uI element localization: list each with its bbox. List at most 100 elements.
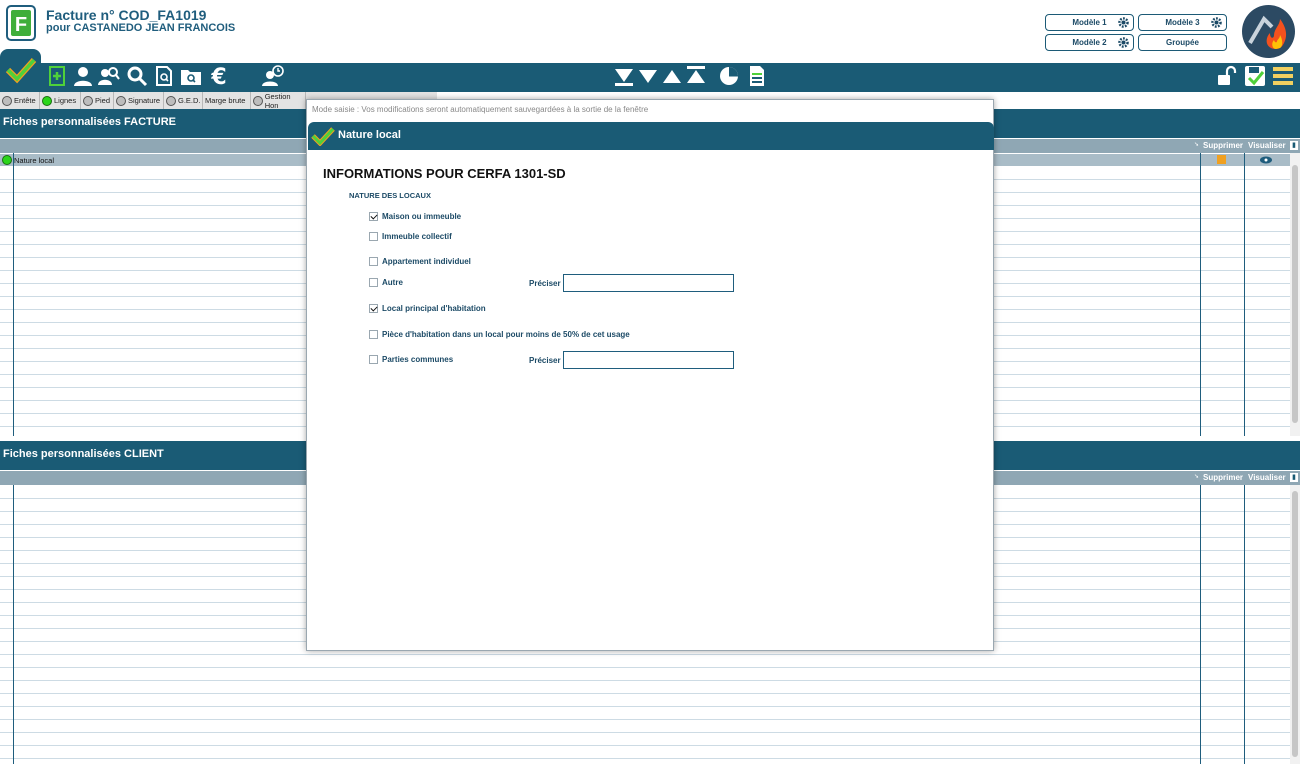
folder-search-icon[interactable]: [180, 65, 202, 87]
add-document-icon[interactable]: [46, 65, 68, 87]
option-label: Immeuble collectif: [382, 232, 452, 241]
arrow-down-icon[interactable]: [637, 65, 659, 87]
status-dot: [116, 95, 126, 106]
template-button-label: Modèle 1: [1072, 18, 1107, 27]
col-supprimer[interactable]: Supprimer: [1203, 141, 1243, 150]
option-autre[interactable]: Autre: [369, 278, 403, 287]
tab-lignes[interactable]: Lignes: [40, 92, 81, 109]
sort-arrow-icon[interactable]: ➘: [1194, 473, 1199, 480]
option-label: Pièce d'habitation dans un local pour mo…: [382, 330, 630, 339]
eye-icon[interactable]: [1260, 156, 1272, 164]
status-dot: [253, 95, 263, 106]
tab-gestion-hon[interactable]: Gestion Hon: [251, 92, 306, 109]
preciser-parties-input[interactable]: [563, 351, 734, 369]
option-label: Appartement individuel: [382, 257, 471, 266]
dialog-title: Nature local: [338, 129, 401, 141]
menu-icon[interactable]: [1272, 65, 1294, 87]
template-button-modele-1[interactable]: Modèle 1: [1045, 14, 1134, 31]
column-divider: [1244, 153, 1245, 436]
arrow-up-icon[interactable]: [661, 65, 683, 87]
template-button-modele-2[interactable]: Modèle 2: [1045, 34, 1134, 51]
tab-pied[interactable]: Pied: [81, 92, 114, 109]
document-subtitle: pour CASTANEDO JEAN FRANCOIS: [46, 22, 236, 34]
users-search-icon[interactable]: [98, 65, 120, 87]
section-title: Fiches personnalisées CLIENT: [3, 448, 164, 460]
document-search-icon[interactable]: [153, 65, 175, 87]
preciser-label: Préciser: [529, 356, 561, 365]
arrow-bottom-icon[interactable]: [613, 65, 635, 87]
template-button-groupee[interactable]: Groupée: [1138, 34, 1227, 51]
option-local-principal[interactable]: Local principal d'habitation: [369, 304, 486, 313]
user-icon[interactable]: [72, 65, 94, 87]
preciser-autre-input[interactable]: [563, 274, 734, 292]
row-divider: [0, 654, 1290, 655]
spreadsheet-icon[interactable]: [746, 65, 768, 87]
template-button-label: Modèle 3: [1165, 18, 1200, 27]
row-divider: [0, 680, 1290, 681]
checkbox[interactable]: [369, 355, 378, 364]
save-check-icon[interactable]: [1244, 65, 1266, 87]
status-dot: [2, 95, 12, 106]
tab-ged[interactable]: G.E.D.: [164, 92, 203, 109]
option-maison-immeuble[interactable]: Maison ou immeuble: [369, 212, 461, 221]
form-subtitle: NATURE DES LOCAUX: [349, 191, 431, 200]
gear-icon[interactable]: [1210, 16, 1223, 29]
status-dot: [166, 95, 176, 106]
tab-signature[interactable]: Signature: [114, 92, 164, 109]
sort-arrow-icon[interactable]: ➘: [1194, 141, 1199, 148]
column-divider: [1200, 485, 1201, 764]
pie-chart-icon[interactable]: [718, 65, 740, 87]
col-supprimer[interactable]: Supprimer: [1203, 473, 1243, 482]
status-dot: [2, 155, 12, 165]
tab-entete[interactable]: Entête: [0, 92, 40, 109]
client-scrollbar[interactable]: [1290, 485, 1300, 764]
tab-marge-brute[interactable]: Marge brute: [203, 92, 251, 109]
checkbox[interactable]: [369, 278, 378, 287]
unlock-icon[interactable]: [1216, 65, 1238, 87]
col-visualiser[interactable]: Visualiser: [1248, 141, 1286, 150]
trash-icon[interactable]: ▮: [1290, 141, 1298, 150]
gear-icon[interactable]: [1117, 36, 1130, 49]
app-logo: F: [6, 5, 36, 41]
check-icon[interactable]: [5, 56, 37, 84]
form-title: INFORMATIONS POUR CERFA 1301-SD: [323, 166, 566, 181]
checkbox[interactable]: [369, 304, 378, 313]
scrollbar-thumb[interactable]: [1292, 165, 1298, 423]
checkbox[interactable]: [369, 232, 378, 241]
nature-local-dialog: Mode saisie : Vos modifications seront a…: [306, 99, 994, 651]
option-appartement-individuel[interactable]: Appartement individuel: [369, 257, 471, 266]
scrollbar-thumb[interactable]: [1292, 491, 1298, 757]
row-divider: [0, 693, 1290, 694]
gear-icon[interactable]: [1117, 16, 1130, 29]
facture-scrollbar[interactable]: [1290, 153, 1300, 436]
template-button-label: Groupée: [1166, 38, 1199, 47]
row-divider: [0, 758, 1290, 759]
option-label: Autre: [382, 278, 403, 287]
col-visualiser[interactable]: Visualiser: [1248, 473, 1286, 482]
svg-text:F: F: [15, 14, 27, 36]
option-label: Local principal d'habitation: [382, 304, 486, 313]
row-label: Nature local: [14, 156, 55, 165]
option-immeuble-collectif[interactable]: Immeuble collectif: [369, 232, 452, 241]
checkbox[interactable]: [369, 330, 378, 339]
column-divider: [1200, 153, 1201, 436]
arrow-top-icon[interactable]: [685, 65, 707, 87]
checkbox[interactable]: [369, 212, 378, 221]
search-icon[interactable]: [126, 65, 148, 87]
status-dot: [83, 95, 93, 106]
tab-label: Entête: [14, 96, 36, 105]
option-parties-communes[interactable]: Parties communes: [369, 355, 453, 364]
template-button-modele-3[interactable]: Modèle 3: [1138, 14, 1227, 31]
user-avatar[interactable]: [1242, 5, 1295, 58]
euro-icon[interactable]: €: [208, 65, 230, 87]
dialog-title-bar: Nature local: [308, 122, 994, 150]
user-clock-icon[interactable]: [262, 65, 284, 87]
delete-icon[interactable]: [1217, 155, 1226, 164]
row-divider: [0, 719, 1290, 720]
flame-icon: [1242, 5, 1295, 58]
check-icon: [311, 127, 335, 146]
document-title: Facture n° COD_FA1019: [46, 7, 207, 23]
option-piece-habitation[interactable]: Pièce d'habitation dans un local pour mo…: [369, 330, 630, 339]
trash-icon[interactable]: ▮: [1290, 473, 1298, 482]
checkbox[interactable]: [369, 257, 378, 266]
